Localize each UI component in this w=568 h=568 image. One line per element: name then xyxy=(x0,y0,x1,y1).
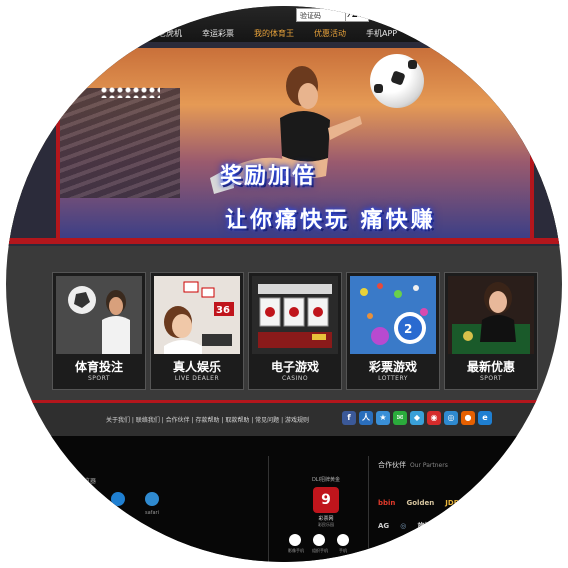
app-label: 组织手机 xyxy=(312,548,328,553)
ie-icon[interactable]: e xyxy=(478,411,492,425)
svg-text:2: 2 xyxy=(404,322,412,336)
page-viewport: 验证码 7242 真人娱乐 老虎机 幸运彩票 我的体育王 优惠活动 手机APP xyxy=(6,6,562,562)
nav-item-promotions[interactable]: 优惠活动 xyxy=(304,28,356,39)
partner-logo-bbin[interactable]: bbin xyxy=(378,499,395,507)
phone-icon xyxy=(337,534,349,546)
star-icon[interactable]: ★ xyxy=(376,411,390,425)
firefox-icon xyxy=(77,492,91,506)
tile-live-dealer-title: 真人娱乐 xyxy=(172,360,221,374)
live-dealer-image: 36 xyxy=(154,276,240,354)
wechat-icon[interactable]: ✉ xyxy=(393,411,407,425)
banner-subline: 让你痛快玩 痛快赚 xyxy=(225,208,436,233)
banner-image: 奖励加倍 让你痛快玩 痛快赚 xyxy=(56,48,534,238)
browser-ie[interactable]: IE xyxy=(110,492,126,516)
partner-logo-ag[interactable]: AG xyxy=(378,522,389,530)
phone-icon xyxy=(313,534,325,546)
category-tiles: 体育投注 SPORT 36 真人娱乐 LIVE DEALER 电子游戏 CASI… xyxy=(52,272,538,392)
partner-logo-globe[interactable]: ◎ xyxy=(400,522,406,530)
svg-text:36: 36 xyxy=(216,305,230,316)
partner-logo-golden[interactable]: Golden xyxy=(407,499,435,507)
safari-icon xyxy=(145,492,159,506)
tile-casino[interactable]: 电子游戏 CASINO xyxy=(248,272,342,390)
column-divider xyxy=(268,456,269,562)
banner-headline: 奖励加倍 xyxy=(220,164,317,189)
footer-bottom: 推荐浏览器 IE safari DLI招牌黄金 9 彩票网 彩民乐园 影像手机 … xyxy=(6,436,562,562)
tile-casino-title: 电子游戏 xyxy=(270,360,319,374)
partner-logo-lvbo[interactable]: 旅博 xyxy=(417,521,431,531)
stadium-lights xyxy=(100,86,160,98)
app-item[interactable]: 手机 xyxy=(336,534,350,554)
facebook-icon[interactable]: f xyxy=(342,411,356,425)
banner-divider xyxy=(6,238,562,244)
browser-firefox[interactable] xyxy=(76,492,92,516)
brand-logo: 9 xyxy=(313,487,339,513)
browser-icons: IE safari xyxy=(76,492,160,516)
main-nav: 真人娱乐 老虎机 幸运彩票 我的体育王 优惠活动 手机APP xyxy=(96,24,562,42)
column-divider xyxy=(368,456,369,562)
app-label: 手机 xyxy=(339,548,347,553)
brand-tagline: 彩民乐园 xyxy=(318,522,334,527)
nav-item-live[interactable]: 真人娱乐 xyxy=(96,28,148,39)
app-icons: 影像手机 组织手机 手机 xyxy=(288,534,350,554)
nav-item-sports[interactable]: 我的体育王 xyxy=(244,28,304,39)
tile-promotions[interactable]: 最新优惠 SPORT xyxy=(444,272,538,390)
phone-icon xyxy=(289,534,301,546)
tile-lottery[interactable]: 2 彩票游戏 LOTTERY xyxy=(346,272,440,390)
tile-lottery-sub: LOTTERY xyxy=(378,375,408,382)
tile-sports-sub: SPORT xyxy=(87,375,111,382)
browser-safari[interactable]: safari xyxy=(144,492,160,516)
weibo-icon[interactable]: ◉ xyxy=(427,411,441,425)
captcha-code-image: 7242 xyxy=(345,8,372,22)
slot-machine-image xyxy=(252,276,338,354)
soccer-ball-graphic xyxy=(370,54,424,108)
hero-banner[interactable]: 奖励加倍 让你痛快玩 痛快赚 xyxy=(6,42,562,246)
qzone-icon[interactable]: ◆ xyxy=(410,411,424,425)
nav-item-lottery[interactable]: 幸运彩票 xyxy=(192,28,244,39)
footer-links[interactable]: 关于我们 | 联络我们 | 合作伙伴 | 存款帮助 | 取款帮助 | 常见问题 … xyxy=(106,415,309,424)
lottery-balls-image: 2 xyxy=(350,276,436,354)
tile-promotions-title: 最新优惠 xyxy=(466,360,515,374)
lottery-brand-block[interactable]: DLI招牌黄金 9 彩票网 彩民乐园 xyxy=(296,476,356,528)
brand-label: DLI招牌黄金 xyxy=(311,477,341,483)
promotions-image xyxy=(448,276,534,354)
partners-title-cn: 合作伙伴 xyxy=(378,461,406,469)
browsers-label: 推荐浏览器 xyxy=(66,478,97,485)
browser-label: safari xyxy=(145,510,159,516)
renren-icon[interactable]: 人 xyxy=(359,411,373,425)
footer-links-bar: 关于我们 | 联络我们 | 合作伙伴 | 存款帮助 | 取款帮助 | 常见问题 … xyxy=(6,400,562,439)
tile-casino-sub: CASINO xyxy=(281,375,309,382)
app-label: 影像手机 xyxy=(288,548,304,553)
partner-logos: bbin Golden JDB168 AG ◎ 旅博 xyxy=(378,490,498,537)
brand-name: 彩票网 xyxy=(318,516,334,522)
safari-icon[interactable]: ◎ xyxy=(444,411,458,425)
sports-image xyxy=(56,276,142,354)
firefox-icon[interactable]: ● xyxy=(461,411,475,425)
tile-promotions-sub: SPORT xyxy=(479,375,503,382)
tile-sports[interactable]: 体育投注 SPORT xyxy=(52,272,146,390)
partner-logo-jdb[interactable]: JDB168 xyxy=(445,499,473,507)
app-item[interactable]: 影像手机 xyxy=(288,534,304,554)
nav-item-slots[interactable]: 老虎机 xyxy=(148,28,192,39)
stadium-graphic xyxy=(60,88,180,198)
partners-title-en: Our Partners xyxy=(410,462,448,469)
share-icons: f 人 ★ ✉ ◆ ◉ ◎ ● e xyxy=(342,411,492,425)
tile-live-dealer[interactable]: 36 真人娱乐 LIVE DEALER xyxy=(150,272,244,390)
browser-label: IE xyxy=(115,510,121,516)
ie-icon xyxy=(111,492,125,506)
partners-title: 合作伙伴 Our Partners xyxy=(378,460,448,470)
tile-lottery-title: 彩票游戏 xyxy=(368,360,417,374)
tile-live-dealer-sub: LIVE DEALER xyxy=(174,375,220,382)
nav-item-mobile-app[interactable]: 手机APP xyxy=(356,28,407,39)
app-item[interactable]: 组织手机 xyxy=(312,534,328,554)
tile-sports-title: 体育投注 xyxy=(74,360,123,374)
top-bar: 验证码 7242 真人娱乐 老虎机 幸运彩票 我的体育王 优惠活动 手机APP xyxy=(6,6,562,42)
